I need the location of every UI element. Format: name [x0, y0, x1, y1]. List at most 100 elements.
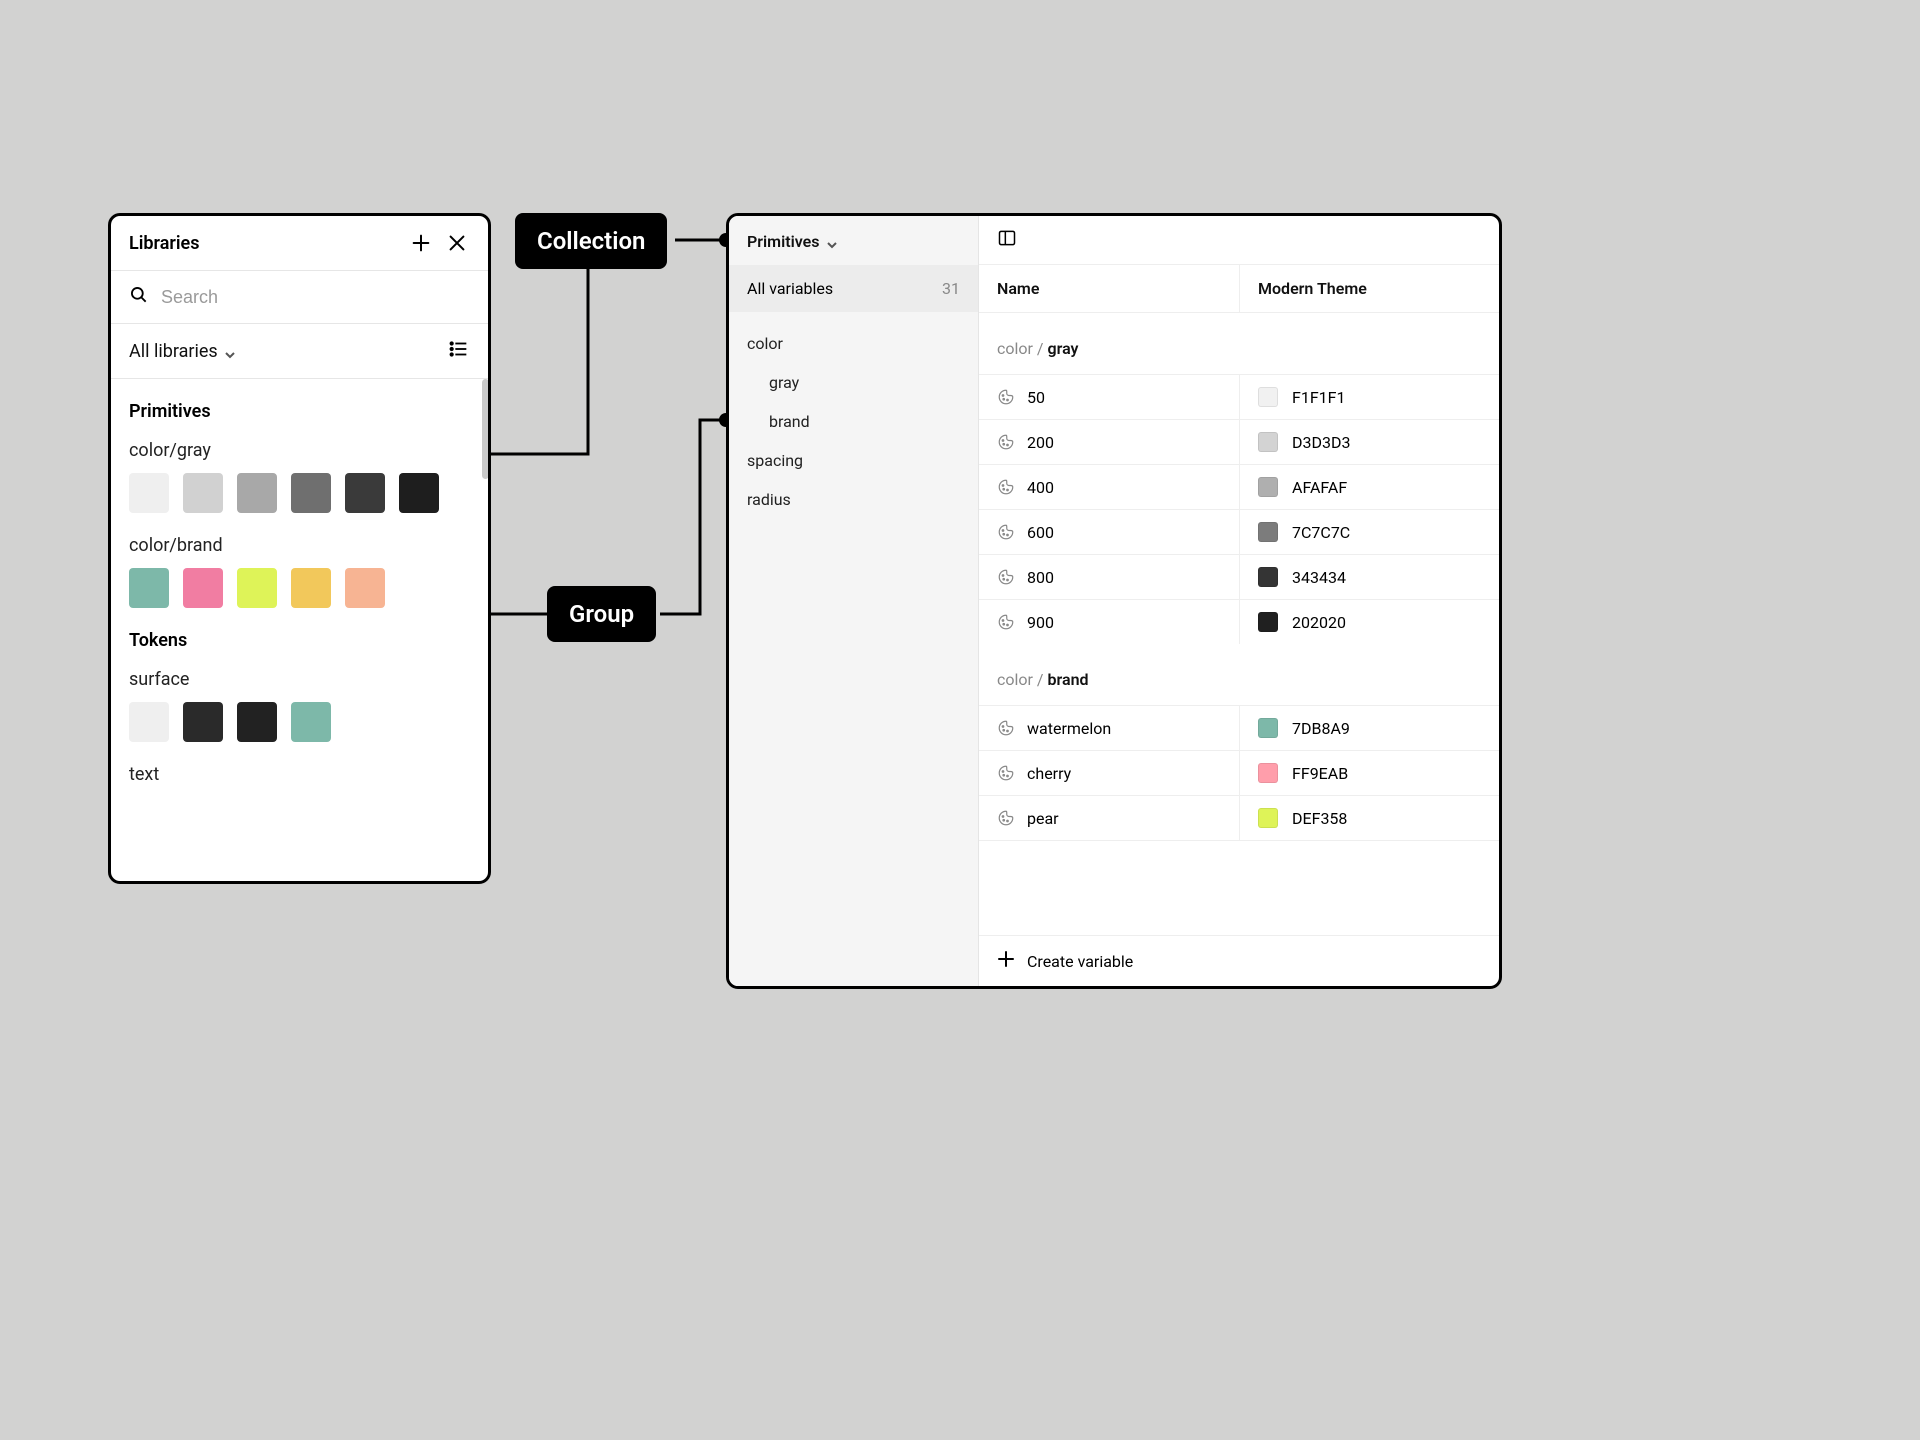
- chevron-down-icon: [826, 236, 838, 248]
- color-swatch[interactable]: [237, 568, 277, 608]
- sidebar-toggle-icon[interactable]: [997, 228, 1017, 252]
- variable-name-cell: pear: [979, 797, 1239, 840]
- color-swatch: [1258, 567, 1278, 587]
- color-swatch[interactable]: [345, 473, 385, 513]
- variable-name-cell: 400: [979, 466, 1239, 509]
- variable-hex: FF9EAB: [1292, 764, 1348, 783]
- color-swatch[interactable]: [291, 568, 331, 608]
- tree-item[interactable]: spacing: [729, 441, 978, 480]
- variable-value-cell: DEF358: [1239, 796, 1499, 840]
- variable-name-cell: 600: [979, 511, 1239, 554]
- palette-icon: [997, 568, 1015, 586]
- libraries-filter-row: All libraries: [111, 324, 488, 379]
- palette-icon: [997, 764, 1015, 782]
- color-swatch: [1258, 808, 1278, 828]
- variable-row[interactable]: 800343434: [979, 554, 1499, 599]
- tree-item[interactable]: brand: [729, 402, 978, 441]
- variable-value-cell: F1F1F1: [1239, 375, 1499, 419]
- group-color-gray-swatches: [129, 473, 470, 513]
- variables-column-headers: Name Modern Theme: [979, 265, 1499, 313]
- scrollbar-thumb[interactable]: [482, 379, 488, 479]
- variable-name: watermelon: [1027, 719, 1111, 738]
- palette-icon: [997, 809, 1015, 827]
- color-swatch[interactable]: [399, 473, 439, 513]
- variable-hex: 343434: [1292, 568, 1346, 587]
- all-variables-row[interactable]: All variables 31: [729, 265, 978, 312]
- variable-row[interactable]: cherry FF9EAB: [979, 750, 1499, 795]
- color-swatch[interactable]: [183, 568, 223, 608]
- color-swatch[interactable]: [129, 568, 169, 608]
- variable-value-cell: 7DB8A9: [1239, 706, 1499, 750]
- color-swatch[interactable]: [129, 473, 169, 513]
- column-name: Name: [979, 265, 1239, 312]
- variables-panel: Primitives All variables 31 colorgraybra…: [726, 213, 1502, 989]
- variable-row[interactable]: 200D3D3D3: [979, 419, 1499, 464]
- libraries-search[interactable]: [111, 271, 488, 324]
- variable-name: pear: [1027, 809, 1059, 828]
- variable-hex: 202020: [1292, 613, 1346, 632]
- color-swatch: [1258, 612, 1278, 632]
- section-primitives: Primitives: [129, 401, 470, 422]
- add-icon[interactable]: [408, 230, 434, 256]
- group-surface-swatches: [129, 702, 470, 742]
- variable-row[interactable]: 900202020: [979, 599, 1499, 644]
- color-swatch: [1258, 522, 1278, 542]
- tree-item[interactable]: radius: [729, 480, 978, 519]
- search-input[interactable]: [161, 287, 470, 308]
- tree-item[interactable]: gray: [729, 363, 978, 402]
- collection-dropdown[interactable]: Primitives: [729, 216, 978, 265]
- color-swatch[interactable]: [237, 473, 277, 513]
- libraries-panel: Libraries All libraries: [108, 213, 491, 884]
- color-swatch[interactable]: [129, 702, 169, 742]
- create-variable-button[interactable]: Create variable: [979, 935, 1499, 986]
- palette-icon: [997, 388, 1015, 406]
- group-color-brand-label: color/brand: [129, 535, 470, 556]
- variable-value-cell: D3D3D3: [1239, 420, 1499, 464]
- variable-value-cell: 202020: [1239, 600, 1499, 644]
- color-swatch[interactable]: [291, 702, 331, 742]
- variable-row[interactable]: watermelon 7DB8A9: [979, 705, 1499, 750]
- all-variables-count: 31: [942, 279, 960, 298]
- variable-row[interactable]: 50F1F1F1: [979, 374, 1499, 419]
- variable-hex: F1F1F1: [1292, 388, 1346, 407]
- palette-icon: [997, 613, 1015, 631]
- variable-name-cell: watermelon: [979, 707, 1239, 750]
- search-icon: [129, 285, 149, 309]
- variables-tree: colorgraybrandspacingradius: [729, 312, 978, 519]
- color-swatch[interactable]: [345, 568, 385, 608]
- tree-item[interactable]: color: [729, 324, 978, 363]
- color-swatch: [1258, 432, 1278, 452]
- variables-main: Name Modern Theme color / gray50F1F1F120…: [979, 216, 1499, 986]
- color-swatch[interactable]: [291, 473, 331, 513]
- variables-sidebar: Primitives All variables 31 colorgraybra…: [729, 216, 979, 986]
- variable-value-cell: 343434: [1239, 555, 1499, 599]
- palette-icon: [997, 478, 1015, 496]
- chevron-down-icon: [224, 345, 236, 357]
- variable-name: cherry: [1027, 764, 1071, 783]
- libraries-header: Libraries: [111, 216, 488, 271]
- color-swatch[interactable]: [183, 702, 223, 742]
- variable-row[interactable]: 6007C7C7C: [979, 509, 1499, 554]
- color-swatch[interactable]: [237, 702, 277, 742]
- group-path: color / brand: [979, 644, 1499, 705]
- variable-name: 400: [1027, 478, 1054, 497]
- variables-rows: color / gray50F1F1F1200D3D3D3400AFAFAF60…: [979, 313, 1499, 935]
- palette-icon: [997, 433, 1015, 451]
- group-color-brand-swatches: [129, 568, 470, 608]
- libraries-filter-dropdown[interactable]: All libraries: [129, 341, 448, 362]
- palette-icon: [997, 523, 1015, 541]
- callout-group: Group: [547, 586, 656, 642]
- close-icon[interactable]: [444, 230, 470, 256]
- all-variables-label: All variables: [747, 279, 833, 298]
- group-path: color / gray: [979, 313, 1499, 374]
- variable-hex: 7DB8A9: [1292, 719, 1350, 738]
- group-color-gray-label: color/gray: [129, 440, 470, 461]
- variable-row[interactable]: 400AFAFAF: [979, 464, 1499, 509]
- create-variable-label: Create variable: [1027, 952, 1133, 971]
- color-swatch[interactable]: [183, 473, 223, 513]
- list-view-icon[interactable]: [448, 338, 470, 364]
- variable-name: 600: [1027, 523, 1054, 542]
- variable-name-cell: 200: [979, 421, 1239, 464]
- libraries-body: Primitives color/gray color/brand Tokens…: [111, 379, 488, 881]
- variable-row[interactable]: pear DEF358: [979, 795, 1499, 841]
